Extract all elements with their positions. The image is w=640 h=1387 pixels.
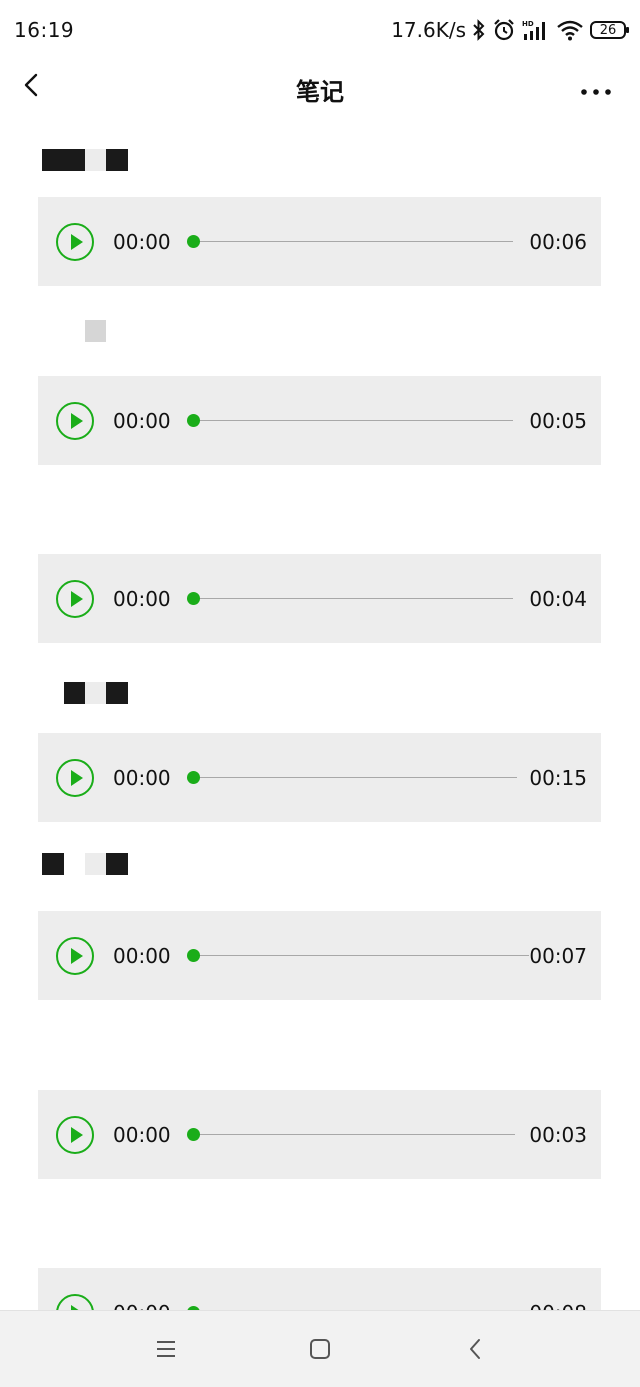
play-button[interactable] — [56, 580, 94, 618]
play-icon — [71, 1127, 83, 1143]
redacted-label — [106, 853, 128, 875]
total-duration: 00:05 — [529, 409, 587, 433]
current-time: 00:00 — [113, 230, 171, 254]
voice-note-item[interactable]: 00:00 00:03 — [38, 1090, 601, 1179]
total-duration: 00:03 — [529, 1123, 587, 1147]
screen: 16:19 17.6K/s HD 26 笔记 00:00 00:06 00:00… — [0, 0, 640, 1387]
total-duration: 00:15 — [529, 766, 587, 790]
voice-note-item[interactable]: 00:00 00:04 — [38, 554, 601, 643]
play-icon — [71, 234, 83, 250]
menu-icon — [157, 1341, 175, 1357]
progress-track[interactable] — [193, 598, 513, 599]
status-icons: 17.6K/s HD 26 — [391, 16, 629, 44]
total-duration: 00:07 — [529, 944, 587, 968]
voice-note-item[interactable]: 00:00 00:06 — [38, 197, 601, 286]
status-time: 16:19 — [14, 18, 75, 42]
play-icon — [71, 770, 83, 786]
battery-level: 26 — [599, 22, 617, 38]
battery-icon: 26 — [590, 21, 629, 39]
voice-note-item[interactable]: 00:00 00:07 — [38, 911, 601, 1000]
progress-handle[interactable] — [187, 949, 200, 962]
current-time: 00:00 — [113, 944, 171, 968]
system-back-button[interactable] — [463, 1336, 489, 1362]
redacted-label — [85, 682, 106, 704]
network-speed: 17.6K/s — [391, 18, 466, 42]
progress-handle[interactable] — [187, 235, 200, 248]
play-icon — [71, 591, 83, 607]
redacted-label — [106, 149, 128, 171]
alarm-icon — [494, 19, 514, 41]
redacted-label — [85, 320, 106, 342]
menu-button[interactable] — [153, 1336, 179, 1362]
home-button[interactable] — [307, 1336, 333, 1362]
status-bar: 16:19 17.6K/s HD 26 — [0, 0, 640, 60]
play-icon — [71, 948, 83, 964]
play-button[interactable] — [56, 1116, 94, 1154]
progress-handle[interactable] — [187, 414, 200, 427]
progress-track[interactable] — [193, 241, 513, 242]
system-nav-bar — [0, 1310, 640, 1387]
voice-note-item[interactable]: 00:00 00:15 — [38, 733, 601, 822]
progress-handle[interactable] — [187, 771, 200, 784]
redacted-label — [106, 682, 128, 704]
voice-note-item[interactable]: 00:00 00:05 — [38, 376, 601, 465]
hd-signal-icon: HD — [522, 20, 545, 40]
current-time: 00:00 — [113, 766, 171, 790]
total-duration: 00:06 — [529, 230, 587, 254]
progress-track[interactable] — [193, 955, 529, 956]
current-time: 00:00 — [113, 587, 171, 611]
more-dots-icon — [581, 89, 611, 95]
redacted-label — [64, 682, 85, 704]
play-button[interactable] — [56, 759, 94, 797]
back-icon — [470, 1339, 480, 1359]
svg-text:HD: HD — [522, 20, 534, 28]
more-button[interactable] — [580, 82, 612, 95]
redacted-label — [85, 149, 106, 171]
current-time: 00:00 — [113, 1123, 171, 1147]
redacted-label — [85, 853, 106, 875]
progress-track[interactable] — [193, 420, 513, 421]
total-duration: 00:04 — [529, 587, 587, 611]
progress-handle[interactable] — [187, 592, 200, 605]
play-button[interactable] — [56, 223, 94, 261]
page-title: 笔记 — [296, 78, 344, 106]
redacted-label — [42, 853, 64, 875]
redacted-label — [42, 149, 85, 171]
progress-track[interactable] — [193, 1134, 515, 1135]
progress-handle[interactable] — [187, 1128, 200, 1141]
home-icon — [310, 1339, 330, 1359]
current-time: 00:00 — [113, 409, 171, 433]
bluetooth-icon — [473, 19, 485, 41]
progress-track[interactable] — [193, 777, 517, 778]
wifi-icon — [557, 20, 583, 41]
play-button[interactable] — [56, 402, 94, 440]
nav-header: 笔记 — [0, 60, 640, 116]
play-button[interactable] — [56, 937, 94, 975]
play-icon — [71, 413, 83, 429]
